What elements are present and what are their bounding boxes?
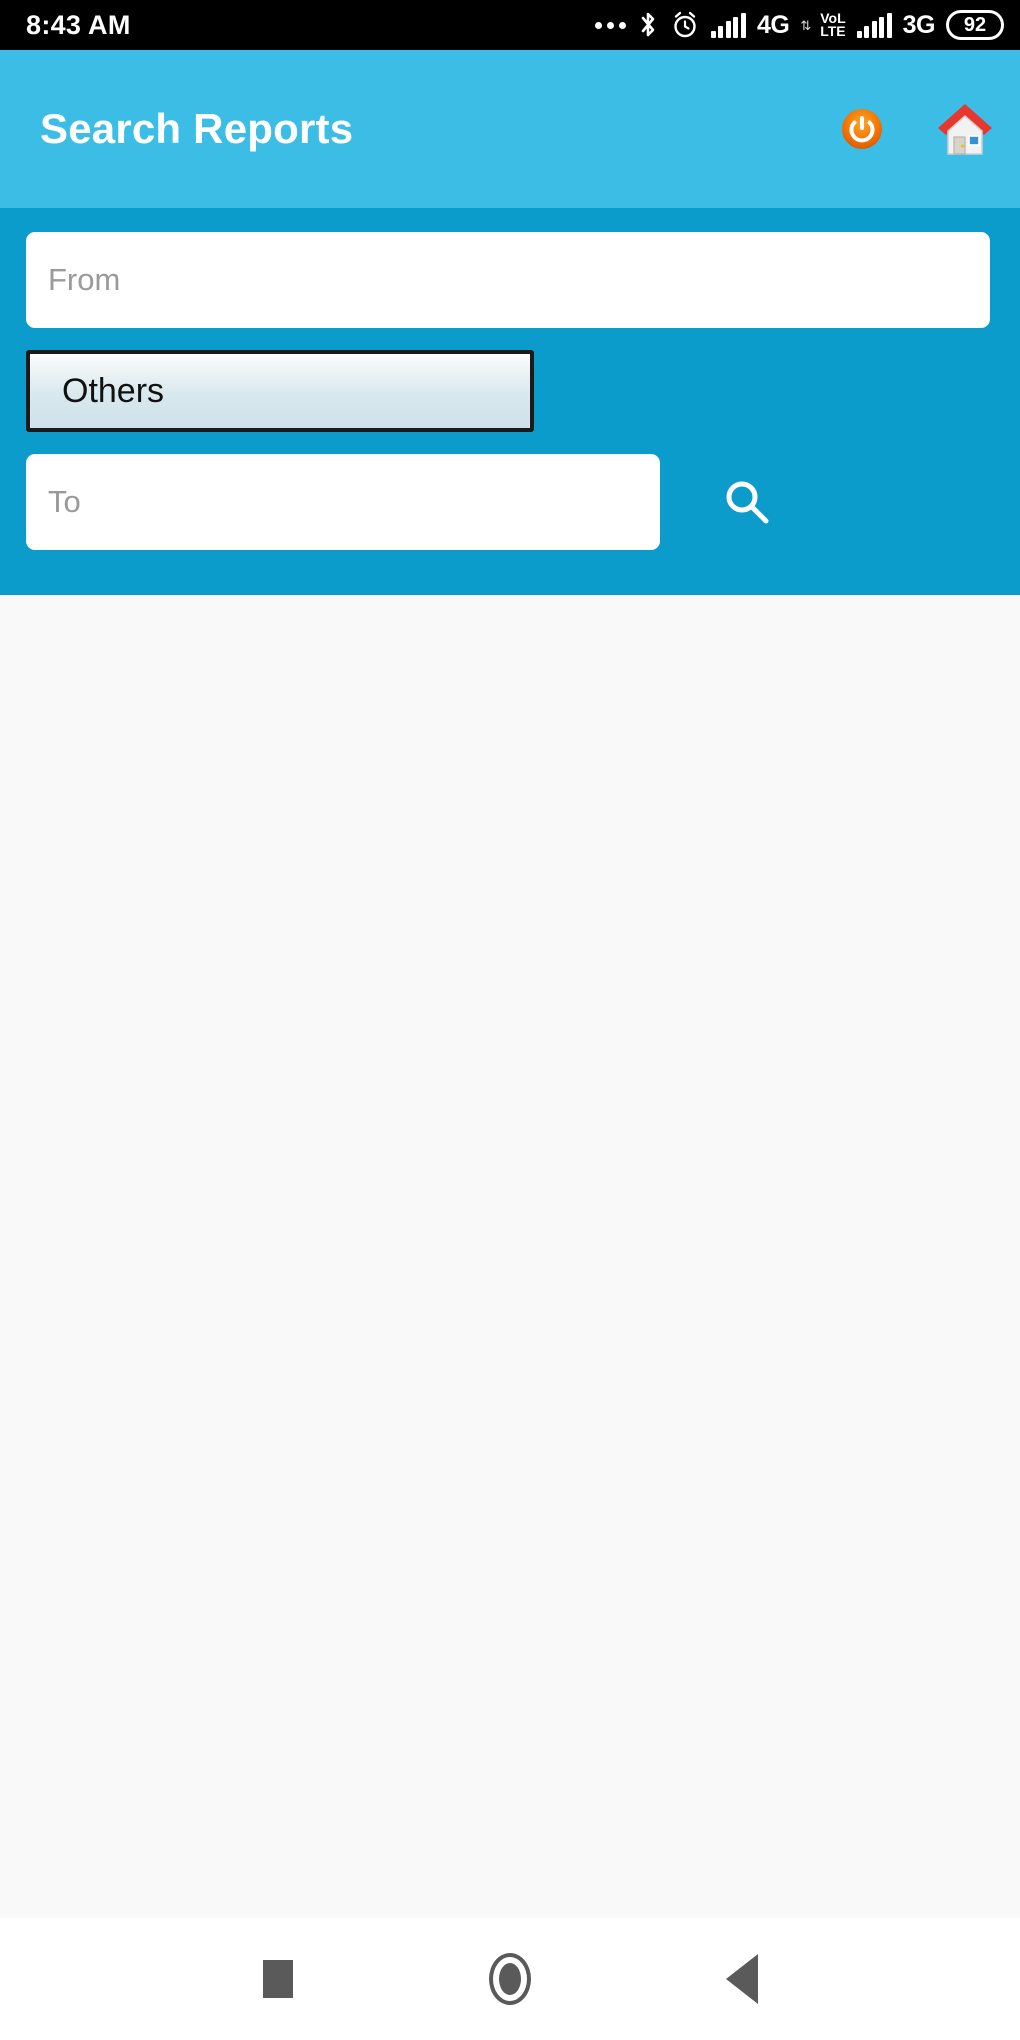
battery-icon: 92 [946,10,1004,40]
search-form-panel: From Others To [0,208,1020,595]
search-button[interactable] [720,475,774,529]
from-field[interactable]: From [26,232,990,328]
power-icon [840,107,884,151]
results-area [0,595,1020,1918]
app-bar-actions [840,101,994,157]
home-circle-icon [489,1953,531,2005]
volte-icon: VoL LTE [820,11,846,39]
alarm-clock-icon [670,10,700,40]
category-spinner[interactable]: Others [26,350,534,432]
data-transfer-icon: ⇅ [800,17,811,33]
phone-screen: 8:43 AM 4G ⇅ VoL LTE 3G 92 Search Report… [0,0,1020,2040]
category-spinner-value: Others [62,371,165,410]
to-field-placeholder: To [48,484,81,519]
battery-level-label: 92 [963,13,987,36]
volte-bottom-text: LTE [820,23,846,39]
signal-bars-icon-2 [856,12,892,38]
recents-square-icon [263,1960,293,1998]
recents-button[interactable] [243,1944,313,2014]
search-icon [720,475,774,529]
more-dots-icon [594,21,626,29]
app-bar: Search Reports [0,50,1020,208]
signal-bars-icon-1 [710,12,746,38]
back-button[interactable] [707,1944,777,2014]
network-type-label-1: 4G [756,10,790,39]
network-type-label-2: 3G [902,10,936,39]
status-icon-tray: 4G ⇅ VoL LTE 3G 92 [594,10,1004,40]
to-field-row: To [26,454,990,550]
system-navigation-bar [0,1918,1020,2040]
from-field-placeholder: From [48,262,121,297]
to-field[interactable]: To [26,454,660,550]
back-triangle-icon [726,1954,758,2004]
bluetooth-icon [637,10,659,40]
page-title: Search Reports [40,105,354,152]
status-bar: 8:43 AM 4G ⇅ VoL LTE 3G 92 [0,0,1020,50]
power-button[interactable] [840,107,884,151]
home-icon [936,101,994,157]
home-button[interactable] [936,101,994,157]
home-nav-button[interactable] [475,1944,545,2014]
status-time: 8:43 AM [26,9,131,40]
